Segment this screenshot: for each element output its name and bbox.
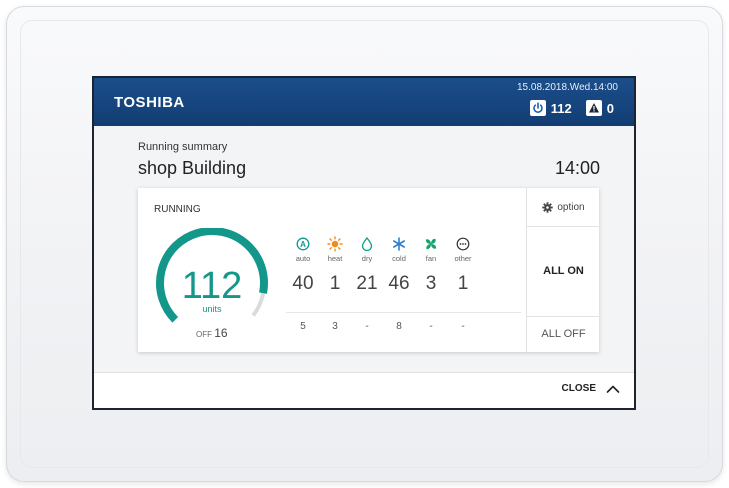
mode-off-count: 8 xyxy=(396,321,402,332)
mode-fan: fan 3 - xyxy=(418,236,444,332)
close-label: CLOSE xyxy=(561,383,596,394)
units-gauge: 112 units xyxy=(156,228,268,323)
mode-off-count: - xyxy=(365,321,369,332)
status-indicators: 112 0 xyxy=(529,99,614,117)
mode-label: other xyxy=(454,254,472,263)
mode-auto: A auto 40 5 xyxy=(290,236,316,332)
svg-text:A: A xyxy=(300,240,306,249)
mode-label: auto xyxy=(295,254,311,263)
water-drop-icon xyxy=(354,236,380,252)
action-column: option ALL ON ALL OFF xyxy=(526,188,600,352)
header-bar: TOSHIBA 15.08.2018.Wed.14:00 112 0 xyxy=(94,78,634,126)
footer-bar: CLOSE xyxy=(94,372,634,408)
mode-count: 3 xyxy=(425,273,437,294)
mode-count: 1 xyxy=(329,273,341,294)
total-units: 112 xyxy=(182,265,243,307)
close-button[interactable]: CLOSE xyxy=(562,383,620,394)
sun-icon xyxy=(322,236,348,252)
power-icon xyxy=(529,100,546,116)
gear-icon xyxy=(542,201,554,213)
mode-count: 1 xyxy=(457,273,469,294)
datetime-text: 15.08.2018.Wed.14:00 xyxy=(516,82,618,93)
mode-off-count: - xyxy=(429,321,433,332)
warning-count: 0 xyxy=(606,100,614,116)
mode-heat: heat 1 3 xyxy=(322,236,348,332)
mode-dry: dry 21 - xyxy=(354,236,380,332)
mode-label: dry xyxy=(361,254,373,263)
mode-label: heat xyxy=(327,254,343,263)
touch-screen: TOSHIBA 15.08.2018.Wed.14:00 112 0 Runni… xyxy=(94,78,634,408)
page-subtitle: Running summary xyxy=(138,141,228,153)
building-name: shop Building xyxy=(138,158,247,178)
mode-off-count: 3 xyxy=(332,321,338,332)
mode-count: 46 xyxy=(388,273,410,294)
off-label: OFF xyxy=(196,330,212,339)
mode-cold: cold 46 8 xyxy=(386,236,412,332)
mode-off-count: - xyxy=(461,321,465,332)
power-count: 112 xyxy=(550,100,572,116)
off-count-line: OFF 16 xyxy=(196,326,228,340)
units-label: units xyxy=(202,304,222,314)
all-off-button[interactable]: ALL OFF xyxy=(527,316,600,352)
warning-icon xyxy=(585,100,602,116)
off-count: 16 xyxy=(214,326,228,340)
auto-mode-icon: A xyxy=(290,236,316,252)
mode-label: fan xyxy=(425,254,437,263)
all-on-button[interactable]: ALL ON xyxy=(527,226,600,317)
running-label: RUNNING xyxy=(154,204,201,215)
mode-other: other 1 - xyxy=(450,236,476,332)
fan-icon xyxy=(418,236,444,252)
clock-time: 14:00 xyxy=(554,158,600,178)
mode-label: cold xyxy=(392,254,406,263)
mode-count: 21 xyxy=(356,273,378,294)
snowflake-icon xyxy=(386,236,412,252)
option-button[interactable]: option xyxy=(527,188,600,227)
mode-off-count: 5 xyxy=(300,321,306,332)
running-summary-card: RUNNING 112 units OFF 16 A auto 40 5 hea… xyxy=(138,188,600,352)
mode-count: 40 xyxy=(292,273,314,294)
chevron-up-icon xyxy=(606,384,620,394)
option-label: option xyxy=(557,201,585,213)
row-divider xyxy=(286,312,521,313)
brand-logo: TOSHIBA xyxy=(114,94,185,111)
more-icon xyxy=(450,236,476,252)
